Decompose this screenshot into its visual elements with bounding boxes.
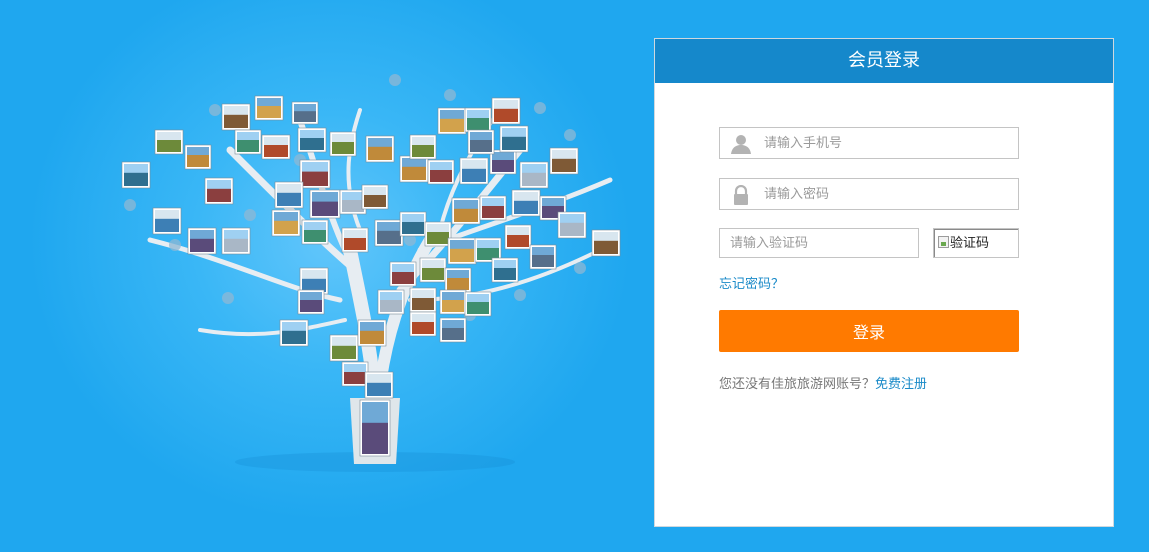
tree-photo xyxy=(444,267,472,293)
tree-photo xyxy=(409,287,437,313)
tree-photo xyxy=(329,131,357,157)
tree-photo xyxy=(439,289,467,315)
tree-photo xyxy=(504,224,532,250)
tree-photo xyxy=(279,319,309,347)
tree-photo xyxy=(301,219,329,245)
hero-illustration xyxy=(0,0,654,552)
tree-photo xyxy=(357,319,387,347)
tree-photo xyxy=(254,95,284,121)
user-icon xyxy=(731,135,751,154)
decor-dot xyxy=(444,89,456,101)
decor-dot xyxy=(244,209,256,221)
tree-photo xyxy=(491,97,521,125)
decor-dot xyxy=(564,129,576,141)
register-prompt: 您还没有佳旅旅游网账号？免费注册 xyxy=(719,373,927,392)
tree-photo xyxy=(437,107,467,135)
tree-photo xyxy=(529,244,557,270)
password-input[interactable] xyxy=(720,179,1018,209)
tree-photo xyxy=(511,189,541,217)
tree-photo xyxy=(121,161,151,189)
captcha-alt-text: 验证码 xyxy=(950,236,990,251)
tree-photo xyxy=(467,129,495,155)
tree-photo xyxy=(329,334,359,362)
tree-photo xyxy=(271,209,301,237)
tree-photo xyxy=(447,237,477,265)
tree-photo xyxy=(464,107,492,133)
decor-dot xyxy=(389,74,401,86)
tree-photo xyxy=(221,227,251,255)
tree-photo xyxy=(427,159,455,185)
tree-photo xyxy=(364,371,394,399)
captcha-image[interactable]: 验证码 xyxy=(933,228,1019,258)
captcha-input[interactable] xyxy=(720,229,918,257)
captcha-field[interactable] xyxy=(719,228,919,258)
tree-photo xyxy=(299,159,331,189)
tree-photo xyxy=(557,211,587,239)
tree-photo xyxy=(424,221,452,247)
tree-photo xyxy=(591,229,621,257)
password-field[interactable] xyxy=(719,178,1019,210)
forgot-password-link[interactable]: 忘记密码？ xyxy=(719,273,784,292)
decor-dot xyxy=(222,292,234,304)
tree-photo xyxy=(464,291,492,317)
register-prompt-text: 您还没有佳旅旅游网账号？ xyxy=(719,377,876,392)
decor-dot xyxy=(514,289,526,301)
tree-photo xyxy=(399,155,429,183)
tree-photo xyxy=(204,177,234,205)
tree-photo xyxy=(309,189,341,219)
tree-photo xyxy=(419,257,447,283)
tree-photo xyxy=(409,311,437,337)
tree-photo xyxy=(154,129,184,155)
register-link[interactable]: 免费注册 xyxy=(875,377,927,392)
tree-photo xyxy=(261,134,291,160)
tree-photo xyxy=(499,125,529,153)
tree-photo xyxy=(439,317,467,343)
tree-photo xyxy=(152,207,182,235)
tree-photo xyxy=(479,195,507,221)
tree-photo xyxy=(341,227,369,253)
lock-icon xyxy=(734,185,748,205)
decor-dot xyxy=(574,262,586,274)
phone-input[interactable] xyxy=(720,128,1018,158)
tree-photo xyxy=(389,261,417,287)
tree-photo xyxy=(297,127,327,153)
phone-field[interactable] xyxy=(719,127,1019,159)
login-title: 会员登录 xyxy=(655,39,1113,83)
tree-photo xyxy=(374,219,404,247)
tree-photo xyxy=(234,129,262,155)
tree-photo xyxy=(221,103,251,131)
login-panel: 会员登录 验证码 忘记密码？ 登录 您还没有佳旅旅游网账号？免费注册 xyxy=(654,38,1114,527)
tree-photo xyxy=(491,257,519,283)
tree-photo xyxy=(359,399,391,457)
decor-dot xyxy=(124,199,136,211)
tree-photo xyxy=(549,147,579,175)
tree-photo xyxy=(297,289,325,315)
broken-image-icon xyxy=(938,236,949,248)
tree-photo xyxy=(399,211,427,237)
tree-photo xyxy=(365,135,395,163)
tree-photo xyxy=(377,289,405,315)
tree-photo xyxy=(184,144,212,170)
tree-photo xyxy=(519,161,549,189)
tree-photo xyxy=(409,134,437,160)
decor-dot xyxy=(209,104,221,116)
tree-photo xyxy=(291,101,319,125)
tree-photo xyxy=(451,197,481,225)
tree-photo xyxy=(274,181,304,209)
tree-photo xyxy=(341,361,369,387)
tree-photo xyxy=(187,227,217,255)
tree-photo xyxy=(361,184,389,210)
decor-dot xyxy=(169,239,181,251)
decor-dot xyxy=(534,102,546,114)
tree-photo xyxy=(459,157,489,185)
photo-tree-illustration xyxy=(121,74,621,472)
login-button[interactable]: 登录 xyxy=(719,310,1019,352)
